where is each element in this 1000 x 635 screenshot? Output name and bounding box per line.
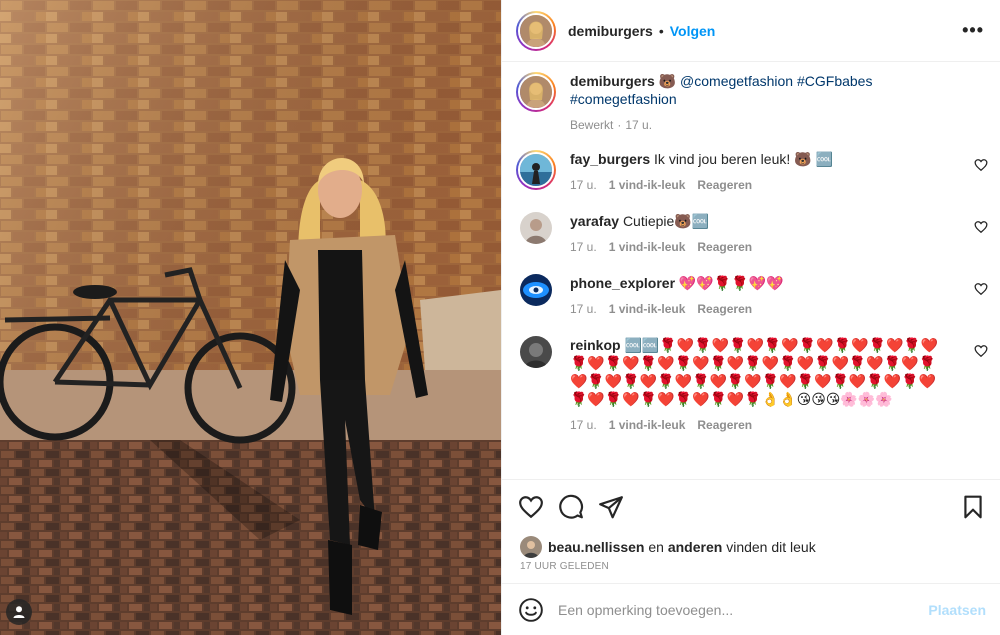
liker-username[interactable]: beau.nellissen — [548, 539, 644, 555]
liker-avatar[interactable] — [520, 536, 542, 558]
comment-avatar[interactable] — [520, 212, 552, 244]
header-separator: • — [658, 22, 664, 39]
avatar-image — [520, 212, 552, 244]
comment-row: yarafay Cutiepie🐻🆒 17 u. 1 vind-ik-leuk … — [516, 212, 1000, 256]
comment-username[interactable]: yarafay — [570, 213, 619, 229]
comment-likes[interactable]: 1 vind-ik-leuk — [609, 238, 686, 256]
user-tag-icon[interactable] — [6, 599, 32, 625]
reply-button[interactable]: Reageren — [697, 416, 752, 434]
comment-composer: Plaatsen — [502, 583, 1000, 635]
likes-others-link[interactable]: anderen — [668, 539, 722, 555]
comment-avatar[interactable] — [520, 274, 552, 306]
comment-time[interactable]: 17 u. — [570, 300, 597, 318]
avatar-image — [520, 154, 552, 186]
caption: demiburgers 🐻 @comegetfashion #CGFbabes … — [516, 72, 1000, 134]
reply-button[interactable]: Reageren — [697, 238, 752, 256]
reply-button[interactable]: Reageren — [697, 176, 752, 194]
post-photo[interactable] — [0, 0, 501, 635]
avatar-image — [520, 76, 552, 108]
comment-row: reinkop 🆒🆒🌹❤️🌹❤️🌹❤️🌹❤️🌹❤️🌹❤️🌹❤️🌹❤️🌹❤️🌹❤️… — [516, 336, 1000, 434]
comment-avatar[interactable] — [516, 150, 556, 190]
comment-time[interactable]: 17 u. — [570, 238, 597, 256]
likes-and: en — [644, 539, 668, 555]
person-glyph — [13, 606, 25, 618]
heart-icon[interactable] — [974, 282, 988, 296]
reply-button[interactable]: Reageren — [697, 300, 752, 318]
comment-text: 💖💖🌹🌹💖💖 — [678, 275, 784, 291]
comment-time[interactable]: 17 u. — [570, 176, 597, 194]
caption-hashtag[interactable]: #comegetfashion — [570, 91, 677, 107]
likes-suffix: vinden dit leuk — [722, 539, 816, 555]
comment-row: fay_burgers Ik vind jou beren leuk! 🐻 🆒 … — [516, 150, 1000, 194]
caption-dot: · — [617, 118, 622, 132]
emoji-icon[interactable] — [518, 597, 544, 623]
caption-edited: Bewerkt — [570, 118, 614, 132]
comment-avatar[interactable] — [520, 336, 552, 368]
post-timestamp[interactable]: 17 UUR GELEDEN — [502, 561, 1000, 579]
comment-username[interactable]: fay_burgers — [570, 151, 650, 167]
caption-avatar[interactable] — [516, 72, 556, 112]
post-comment-button[interactable]: Plaatsen — [928, 602, 986, 618]
comment-row: phone_explorer 💖💖🌹🌹💖💖 17 u. 1 vind-ik-le… — [516, 274, 1000, 318]
avatar-image — [520, 14, 552, 47]
comment-username[interactable]: phone_explorer — [570, 275, 675, 291]
more-icon[interactable]: ••• — [962, 20, 984, 41]
comment-time[interactable]: 17 u. — [570, 416, 597, 434]
post-header: demiburgers • Volgen ••• — [502, 0, 1000, 62]
comment-text: Cutiepie🐻🆒 — [622, 213, 710, 229]
comment-text: Ik vind jou beren leuk! 🐻 🆒 — [654, 151, 833, 167]
author-avatar[interactable] — [516, 10, 556, 51]
avatar-image — [520, 536, 542, 558]
comment-input[interactable] — [558, 601, 929, 618]
comment-likes[interactable]: 1 vind-ik-leuk — [609, 176, 686, 194]
caption-username[interactable]: demiburgers — [570, 73, 655, 89]
caption-hashtag[interactable]: #CGFbabes — [797, 73, 872, 89]
author-username[interactable]: demiburgers — [568, 23, 653, 39]
heart-icon[interactable] — [518, 494, 544, 520]
bookmark-icon[interactable] — [960, 494, 986, 520]
likes-summary: beau.nellissen en anderen vinden dit leu… — [502, 533, 1000, 561]
action-bar — [502, 479, 1000, 533]
post-side-panel: demiburgers • Volgen ••• demiburgers 🐻 @… — [501, 0, 1000, 635]
heart-icon[interactable] — [974, 344, 988, 358]
heart-icon[interactable] — [974, 158, 988, 172]
comment-icon[interactable] — [558, 494, 584, 520]
comment-likes[interactable]: 1 vind-ik-leuk — [609, 416, 686, 434]
share-icon[interactable] — [598, 494, 624, 520]
caption-text: 🐻 — [658, 73, 681, 89]
caption-time[interactable]: 17 u. — [625, 116, 652, 134]
comment-username[interactable]: reinkop — [570, 337, 621, 353]
avatar-image — [520, 336, 552, 368]
follow-button[interactable]: Volgen — [670, 23, 716, 39]
avatar-image — [520, 274, 552, 306]
comments-list[interactable]: demiburgers 🐻 @comegetfashion #CGFbabes … — [502, 62, 1000, 479]
photo-illustration — [0, 0, 501, 635]
comment-likes[interactable]: 1 vind-ik-leuk — [609, 300, 686, 318]
comment-text: 🆒🆒🌹❤️🌹❤️🌹❤️🌹❤️🌹❤️🌹❤️🌹❤️🌹❤️🌹❤️🌹❤️🌹❤️🌹❤️🌹❤… — [570, 337, 939, 407]
heart-icon[interactable] — [974, 220, 988, 234]
caption-mention[interactable]: @comegetfashion — [680, 73, 793, 89]
